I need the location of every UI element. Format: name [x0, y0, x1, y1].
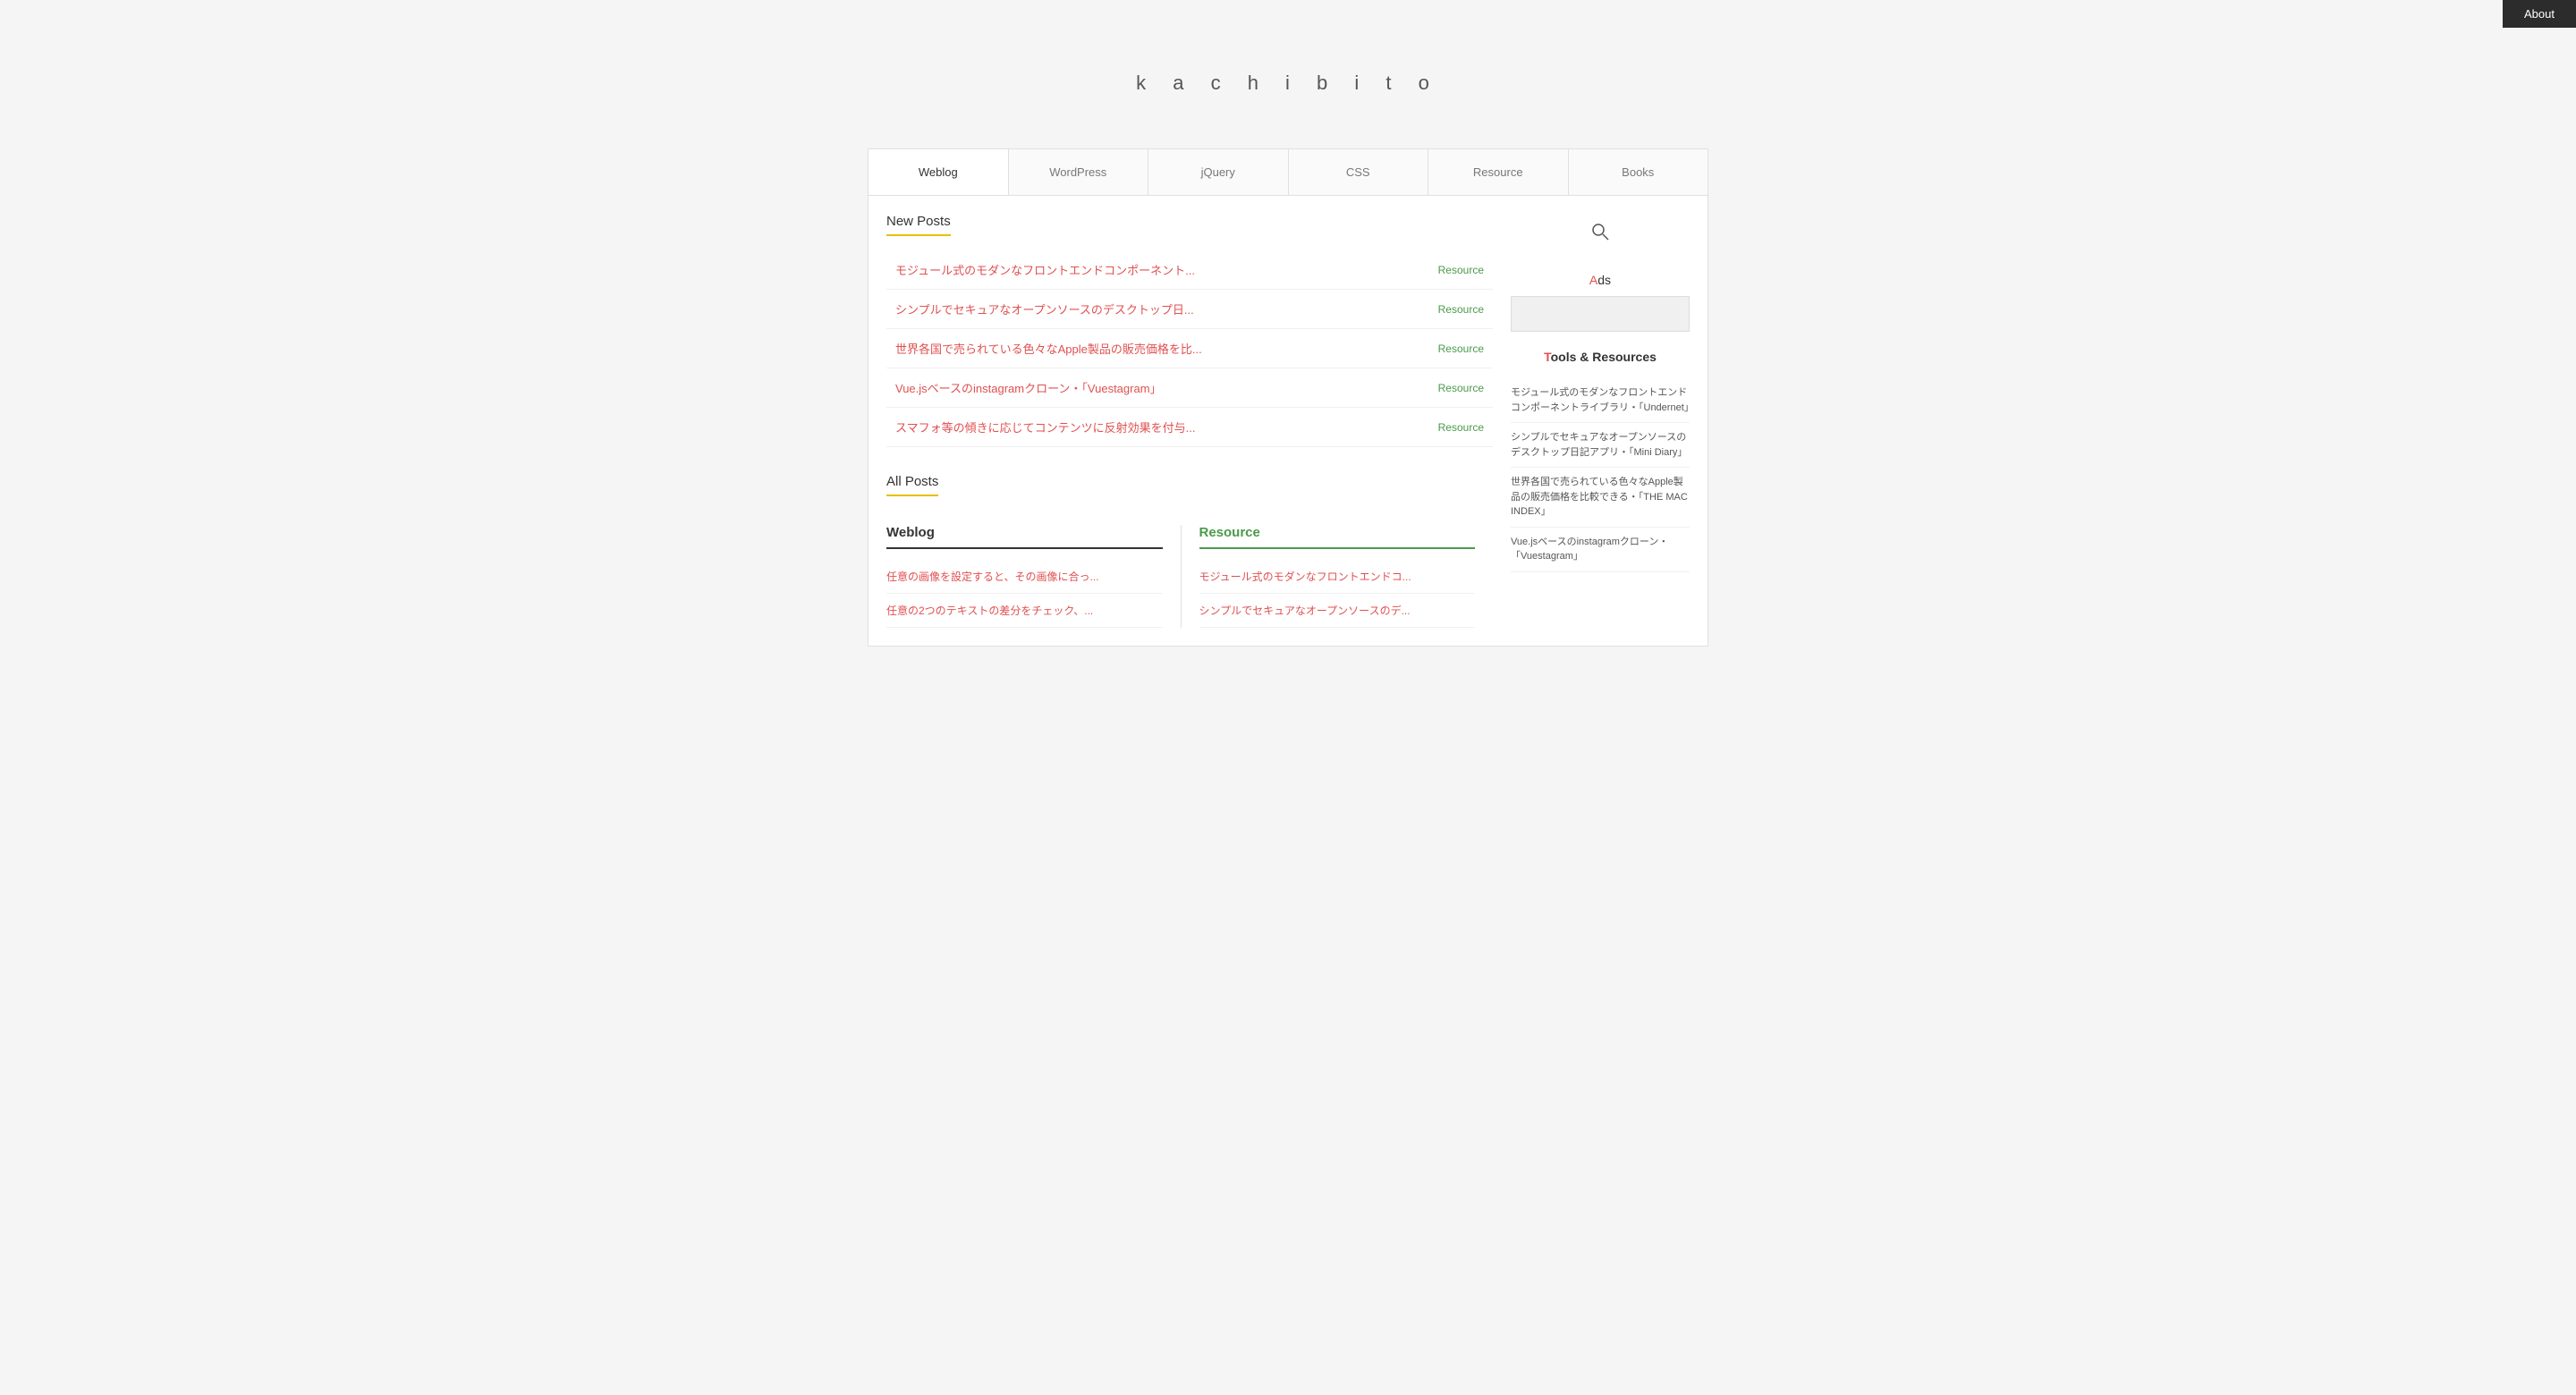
tab-resource[interactable]: Resource	[1428, 149, 1569, 195]
weblog-post-1[interactable]: 任意の画像を設定すると、その画像に合っ...	[886, 560, 1163, 594]
sidebar-search[interactable]	[1511, 214, 1690, 255]
new-post-title-2: シンプルでセキュアなオープンソースのデスクトップ日...	[895, 300, 1194, 317]
new-post-tag-3: Resource	[1438, 342, 1484, 355]
main-container: Weblog WordPress jQuery CSS Resource Boo…	[850, 148, 1726, 647]
new-post-item-5[interactable]: スマフォ等の傾きに応じてコンテンツに反射効果を付与... Resource	[886, 408, 1493, 447]
new-post-tag-5: Resource	[1438, 421, 1484, 434]
tab-navigation: Weblog WordPress jQuery CSS Resource Boo…	[868, 148, 1708, 195]
resource-post-1[interactable]: モジュール式のモダンなフロントエンドコ...	[1199, 560, 1476, 594]
new-posts-heading: New Posts	[886, 214, 951, 236]
new-post-title-4: Vue.jsベースのinstagramクローン・「Vuestagram」	[895, 379, 1162, 396]
main-content: New Posts モジュール式のモダンなフロントエンドコンポーネント... R…	[886, 214, 1493, 628]
weblog-column: Weblog 任意の画像を設定すると、その画像に合っ... 任意の2つのテキスト…	[886, 525, 1182, 628]
weblog-post-2[interactable]: 任意の2つのテキストの差分をチェック、...	[886, 594, 1163, 628]
new-post-tag-4: Resource	[1438, 382, 1484, 394]
ads-section: Ads	[1511, 273, 1690, 332]
tab-books[interactable]: Books	[1569, 149, 1708, 195]
weblog-col-heading: Weblog	[886, 525, 1163, 549]
new-post-item-1[interactable]: モジュール式のモダンなフロントエンドコンポーネント... Resource	[886, 250, 1493, 290]
new-post-tag-2: Resource	[1438, 303, 1484, 316]
new-post-title-3: 世界各国で売られている色々なApple製品の販売価格を比...	[895, 340, 1202, 357]
all-posts-section: All Posts Weblog 任意の画像を設定すると、その画像に合っ... …	[886, 474, 1493, 628]
new-post-title-5: スマフォ等の傾きに応じてコンテンツに反射効果を付与...	[895, 418, 1195, 435]
site-title: k a c h i b i t o	[0, 72, 2576, 95]
resource-column: Resource モジュール式のモダンなフロントエンドコ... シンプルでセキュ…	[1199, 525, 1494, 628]
content-wrapper: New Posts モジュール式のモダンなフロントエンドコンポーネント... R…	[868, 195, 1708, 647]
resource-post-2[interactable]: シンプルでセキュアなオープンソースのデ...	[1199, 594, 1476, 628]
tab-wordpress[interactable]: WordPress	[1009, 149, 1149, 195]
tab-css[interactable]: CSS	[1289, 149, 1429, 195]
all-posts-heading: All Posts	[886, 474, 938, 496]
sidebar-tool-2[interactable]: シンプルでセキュアなオープンソースのデスクトップ日記アプリ・「Mini Diar…	[1511, 423, 1690, 468]
sidebar-tool-4[interactable]: Vue.jsベースのinstagramクローン・「Vuestagram」	[1511, 528, 1690, 572]
new-post-item-4[interactable]: Vue.jsベースのinstagramクローン・「Vuestagram」 Res…	[886, 368, 1493, 408]
sidebar-tool-1[interactable]: モジュール式のモダンなフロントエンドコンポーネントライブラリ・「Undernet…	[1511, 378, 1690, 423]
resource-col-heading: Resource	[1199, 525, 1476, 549]
about-button[interactable]: About	[2503, 0, 2576, 28]
new-post-item-3[interactable]: 世界各国で売られている色々なApple製品の販売価格を比... Resource	[886, 329, 1493, 368]
new-posts-section: New Posts モジュール式のモダンなフロントエンドコンポーネント... R…	[886, 214, 1493, 447]
new-post-tag-1: Resource	[1438, 264, 1484, 276]
site-header: k a c h i b i t o	[0, 0, 2576, 148]
new-posts-list: モジュール式のモダンなフロントエンドコンポーネント... Resource シン…	[886, 250, 1493, 447]
search-icon[interactable]	[1591, 223, 1609, 246]
ads-label: Ads	[1511, 273, 1690, 287]
tab-weblog[interactable]: Weblog	[869, 149, 1009, 195]
tools-section-title: Tools & Resources	[1511, 350, 1690, 364]
new-post-title-1: モジュール式のモダンなフロントエンドコンポーネント...	[895, 261, 1195, 278]
top-nav: About	[2503, 0, 2576, 28]
new-post-item-2[interactable]: シンプルでセキュアなオープンソースのデスクトップ日... Resource	[886, 290, 1493, 329]
tools-section: Tools & Resources モジュール式のモダンなフロントエンドコンポー…	[1511, 350, 1690, 572]
category-grid: Weblog 任意の画像を設定すると、その画像に合っ... 任意の2つのテキスト…	[886, 525, 1493, 628]
sidebar: Ads Tools & Resources モジュール式のモダンなフロントエンド…	[1511, 214, 1690, 628]
ads-placeholder	[1511, 296, 1690, 332]
sidebar-tool-3[interactable]: 世界各国で売られている色々なApple製品の販売価格を比較できる・「THE MA…	[1511, 468, 1690, 528]
tab-jquery[interactable]: jQuery	[1148, 149, 1289, 195]
